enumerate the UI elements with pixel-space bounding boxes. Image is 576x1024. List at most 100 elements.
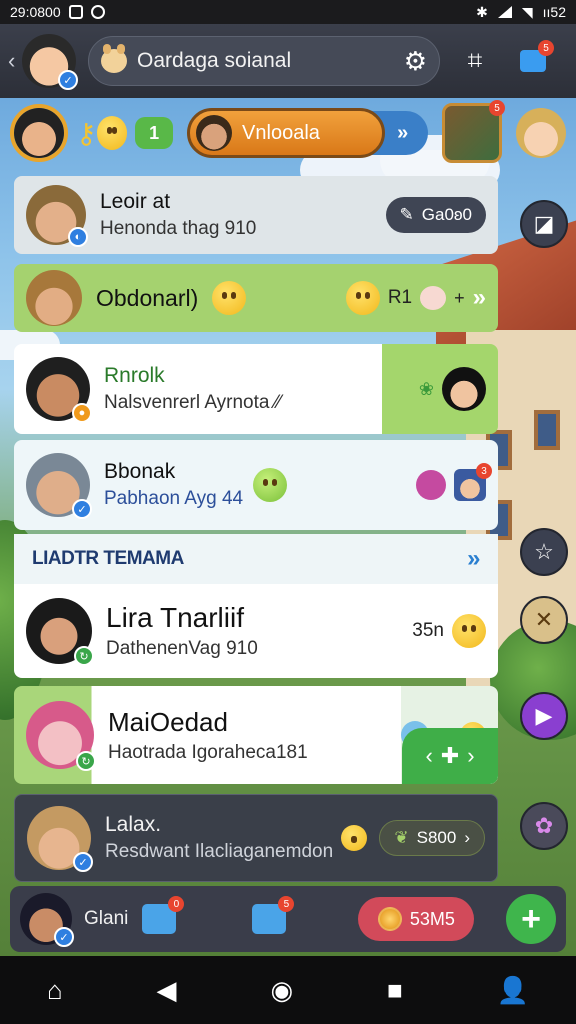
avatar [442,367,486,411]
list-item[interactable]: ◐ Leoir at Henonda thag 910 ✎ Ga0ʚ0 [14,176,498,254]
coin-icon [377,907,402,931]
clock: 29:0800 [10,4,61,20]
avatar: ● [26,357,92,423]
avatar: ↻ [26,598,94,666]
avatar: ↻ [26,701,96,771]
message-icon[interactable]: 0 [142,896,185,934]
smiley-icon [452,614,486,648]
item-subtitle: Resdwant Ilacliaganemdon [105,841,334,862]
chevron-right-icon: › [467,743,475,768]
reply-button[interactable]: ‹ ✚ › [402,728,498,784]
inbox-badge: 5 [278,896,295,912]
grin-icon [212,281,247,315]
star-side-button[interactable]: ☆ [520,528,568,576]
item-title: Leoir at [100,190,171,213]
smiley-icon [96,116,128,150]
game-tile[interactable]: 5 [441,100,505,163]
user-name: Glani [84,908,129,929]
flower-side-button[interactable]: ✿ [520,802,568,850]
back-icon[interactable]: ◀ [157,975,177,1006]
profile-icon[interactable]: 👤 [497,975,529,1006]
wifi-icon: ◥ [521,3,533,20]
avatar: ✓ [27,806,93,872]
leaf-icon: ❦ [394,828,409,847]
search-title: Oardaga soianal [137,49,292,72]
home-icon[interactable]: ⌂ [47,975,63,1006]
chat-button[interactable]: 5 [510,38,556,84]
status-icon: ✓ [72,499,92,519]
item-subtitle: Henonda thag 910 [100,218,257,239]
item-subtitle: DathenenVag 910 [106,638,258,659]
list-item[interactable]: ✓ Lalax. Resdwant Ilacliaganemdon ❦ S800… [14,794,498,882]
recents-icon[interactable]: ■ [387,975,403,1006]
avatar[interactable] [516,108,566,158]
edit-side-button[interactable]: ◪ [520,200,568,248]
list-item[interactable]: ↻ Lira Tnarliif DathenenVag 910 35n [14,584,498,678]
bottom-chat-bar: ✓ Glani 0 5 53M5 + [10,886,566,952]
heart-icon: ❀ [418,378,434,399]
banner-label: Vnlooala [242,121,320,144]
item-title: Obdonarl) [96,284,199,311]
smiley-icon [341,825,368,851]
app-header: ‹ ✓ Oardaga soianal ⚙ ⌗ 5 [0,24,576,98]
chevron-right-icon[interactable]: » [467,545,480,573]
message-badge: 0 [168,896,185,912]
pig-icon [420,286,447,310]
avatar: 3 [454,463,492,501]
plus-icon: ✚ [440,743,460,768]
battery-text: ıı52 [542,4,566,20]
home-circle-icon[interactable]: ◉ [270,975,293,1006]
chevron-right-icon[interactable]: » [473,284,486,312]
add-button[interactable]: + [506,894,556,944]
item-title: Bbonak [104,460,176,483]
key-icon: ⚷ [76,117,97,149]
pill-label: Ga0ʚ0 [421,205,472,224]
event-banner[interactable]: Vnlooala [187,108,386,158]
status-icon: ◐ [68,227,88,247]
item-title: MaiOedad [108,706,228,737]
expand-icon[interactable]: ⌗ [452,38,498,84]
item-title: Lira Tnarliif [106,602,244,633]
grin-icon [253,468,288,502]
notification-badge: 5 [538,40,554,56]
coins-pill[interactable]: 53M5 [358,897,475,941]
list-item[interactable]: ✓ Bbonak Pabhaon Ayg 44 3 [14,440,498,530]
list-item[interactable]: ↻ MaiOedad Haotrada Igoraheca181 to ‹ ✚ … [14,686,498,784]
inbox-icon[interactable]: 5 [252,896,295,934]
avatar[interactable] [10,104,68,162]
level-pill[interactable]: 1 [135,117,174,149]
avatar: ◐ [26,185,88,247]
quick-strip: ⚷ 1 Vnlooala » 5 [0,98,576,168]
chevron-left-icon: ‹ [425,743,433,768]
status-icon: ✓ [54,927,74,947]
status-icon: ↻ [76,751,96,771]
play-side-button[interactable]: ▶ [520,692,568,740]
list-item[interactable]: Obdonarl) R1 + » [14,264,498,332]
avatar-badge: 3 [476,463,492,479]
chevron-right-icon: › [464,828,470,847]
item-subtitle: Nalsvenrerl Ayrnota ⁄⁄ [104,392,282,413]
item-right-text: R1 [387,287,413,308]
pen-icon: ✎ [399,205,414,224]
item-right-text: 35n [412,620,444,641]
action-pill[interactable]: ❦ S800 › [379,820,485,856]
tools-side-button[interactable]: ✕ [520,596,568,644]
section-label: LIADTR TEMAMA [32,548,184,569]
gear-icon[interactable]: ⚙ [404,46,427,77]
status-icon: ● [72,403,92,423]
bluetooth-icon: ✱ [476,3,488,20]
smiley-icon [345,281,380,315]
avatar[interactable]: ✓ [22,34,78,90]
tile-badge: 5 [489,100,505,116]
search-bar[interactable]: Oardaga soianal ⚙ [88,36,440,86]
coin-amount: 53M5 [409,908,455,929]
avatar[interactable]: ✓ [20,893,74,947]
status-icon: ↻ [74,646,94,666]
back-icon[interactable]: ‹ [8,48,22,74]
notification-icon-2 [90,5,105,19]
action-pill[interactable]: ✎ Ga0ʚ0 [385,197,486,233]
sticker-icon [416,470,446,500]
plus-text: + [454,287,465,308]
avatar [26,270,82,326]
list-item[interactable]: ● Rnrolk Nalsvenrerl Ayrnota ⁄⁄ ❀ [14,344,498,434]
